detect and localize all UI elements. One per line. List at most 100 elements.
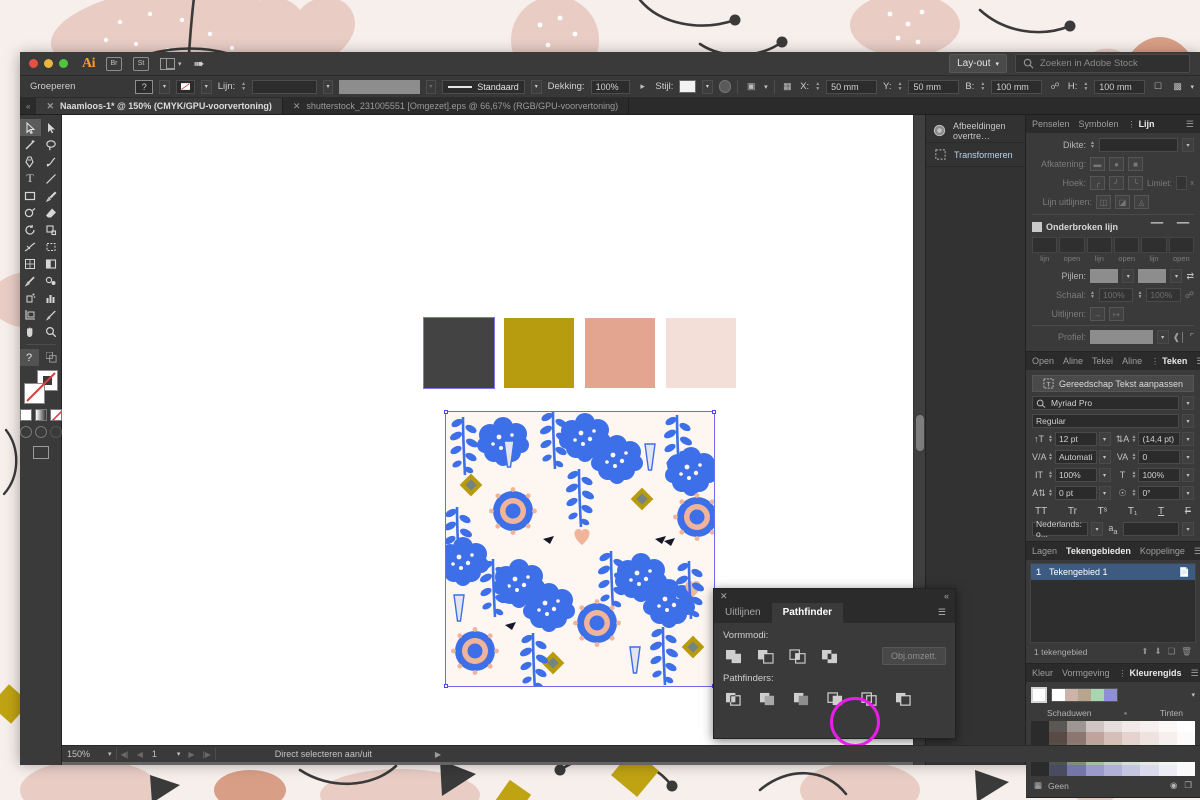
gradient-mode-icon[interactable] bbox=[34, 409, 47, 421]
dash-field-2[interactable] bbox=[1086, 237, 1112, 253]
tools-panel[interactable]: T ? bbox=[19, 115, 62, 765]
extend-arrow-tip-icon[interactable]: → bbox=[1090, 307, 1105, 321]
weight-dropdown-arrow[interactable]: ▾ bbox=[1182, 138, 1194, 152]
link-arrow-scale-icon[interactable]: ☍ bbox=[1185, 290, 1194, 301]
stroke-profile-field[interactable] bbox=[339, 79, 420, 94]
fill-color-field[interactable]: ? bbox=[135, 79, 154, 94]
page-dropdown-arrow[interactable]: ▾ bbox=[173, 746, 185, 762]
recolor-chevron-icon[interactable]: ▾ bbox=[764, 83, 768, 91]
width-field[interactable]: 100 mm bbox=[991, 79, 1043, 94]
underline-icon[interactable]: T bbox=[1158, 506, 1164, 517]
tab-pathfinder[interactable]: Pathfinder bbox=[771, 603, 844, 623]
tabbar-collapse-icon[interactable]: « bbox=[20, 98, 36, 114]
swatch-library-icon[interactable]: ▦ bbox=[1034, 780, 1042, 791]
font-size-field[interactable]: 12 pt bbox=[1054, 432, 1097, 446]
language-dropdown[interactable]: ▾ bbox=[1091, 522, 1103, 536]
rectangle-tool[interactable] bbox=[20, 187, 41, 204]
opacity-flyout-icon[interactable]: ▸ bbox=[636, 80, 650, 93]
base-color-swatch[interactable] bbox=[1031, 687, 1047, 703]
tab-symbolen[interactable]: Symbolen bbox=[1079, 119, 1119, 129]
first-page-icon[interactable]: ◀| bbox=[117, 750, 133, 759]
all-caps-icon[interactable]: TT bbox=[1035, 506, 1047, 517]
subscript-icon[interactable]: T₁ bbox=[1128, 506, 1137, 517]
tab-tekei[interactable]: Tekei bbox=[1092, 356, 1113, 366]
pathfinder-panel-tabs[interactable]: Uitlijnen Pathfinder ☰ bbox=[714, 603, 955, 623]
shape-builder-tool[interactable] bbox=[20, 255, 41, 272]
dash-field-0[interactable] bbox=[1032, 237, 1058, 253]
tab-penselen[interactable]: Penselen bbox=[1032, 119, 1070, 129]
rotation-field[interactable]: 0° bbox=[1138, 486, 1180, 500]
color-mode-buttons[interactable] bbox=[19, 409, 62, 421]
y-field[interactable]: 50 mm bbox=[908, 79, 960, 94]
color-mode-icon[interactable] bbox=[19, 409, 32, 421]
move-down-icon[interactable]: ⬇ bbox=[1154, 646, 1161, 657]
opacity-mask-icon[interactable] bbox=[718, 80, 732, 93]
panel-menu-icon[interactable]: ☰ bbox=[1186, 119, 1200, 130]
swap-arrows-icon[interactable]: ⇄ bbox=[1186, 271, 1194, 282]
profile-field[interactable] bbox=[1090, 330, 1153, 344]
direct-selection-tool[interactable] bbox=[41, 119, 62, 136]
width-stepper[interactable]: ▲ ▼ bbox=[980, 82, 985, 91]
align-inside-icon[interactable]: ◪ bbox=[1115, 195, 1130, 209]
dash-fields[interactable] bbox=[1032, 237, 1194, 253]
stroke-profile-dropdown-arrow[interactable]: ▾ bbox=[425, 79, 437, 94]
tab-open[interactable]: Open bbox=[1032, 356, 1054, 366]
tab-teken[interactable]: Teken bbox=[1162, 356, 1187, 366]
align-options-icon[interactable]: ▩ bbox=[1171, 80, 1185, 93]
column-graph-tool[interactable] bbox=[41, 289, 62, 306]
superscript-icon[interactable]: Tˢ bbox=[1098, 506, 1108, 517]
graphic-style-swatch[interactable] bbox=[679, 80, 696, 93]
perspective-grid-tool[interactable] bbox=[41, 255, 62, 272]
dock-item-image-trace[interactable]: Afbeeldingen overtre… bbox=[926, 119, 1025, 143]
close-window-button[interactable] bbox=[29, 59, 38, 68]
lasso-tool[interactable] bbox=[41, 136, 62, 153]
reference-point-icon[interactable]: ▦ bbox=[781, 80, 795, 93]
minus-back-icon[interactable] bbox=[893, 690, 914, 708]
flip-along-icon[interactable]: ⌜ bbox=[1190, 332, 1194, 343]
language-field[interactable]: Nederlands: o... bbox=[1032, 519, 1088, 539]
intersect-icon[interactable] bbox=[787, 647, 808, 665]
leading-stepper[interactable]: ▲ ▼ bbox=[1132, 434, 1137, 443]
dash-field-4[interactable] bbox=[1141, 237, 1167, 253]
rotation-dropdown[interactable]: ▾ bbox=[1182, 486, 1194, 500]
magic-wand-tool[interactable] bbox=[20, 136, 41, 153]
harmony-rule-strip[interactable] bbox=[1051, 688, 1118, 702]
delete-artboard-icon[interactable]: 🗑 bbox=[1181, 646, 1192, 657]
unite-icon[interactable] bbox=[723, 647, 744, 665]
bridge-icon[interactable]: Br bbox=[106, 56, 122, 71]
panel-menu-icon[interactable]: ☰ bbox=[1191, 668, 1200, 679]
panel-menu-icon[interactable]: ☰ bbox=[1194, 546, 1200, 557]
close-tab-icon[interactable]: ✕ bbox=[293, 101, 301, 112]
projecting-cap-icon[interactable]: ■ bbox=[1128, 157, 1143, 171]
bevel-join-icon[interactable]: ╰ bbox=[1128, 176, 1143, 190]
baseline-shift-field[interactable]: 0 pt bbox=[1054, 486, 1097, 500]
page-number-field[interactable]: 1 bbox=[147, 746, 173, 762]
opacity-field[interactable]: 100% bbox=[590, 79, 630, 94]
font-family-dropdown[interactable]: ▾ bbox=[1182, 396, 1194, 410]
tab-lijn[interactable]: Lijn bbox=[1139, 119, 1155, 129]
type-tool[interactable]: T bbox=[20, 170, 41, 187]
tab-vormgeving[interactable]: Vormgeving bbox=[1062, 668, 1110, 678]
tab-kleurengids[interactable]: Kleurengids bbox=[1130, 668, 1182, 678]
dash-field-3[interactable] bbox=[1114, 237, 1140, 253]
zoom-level-field[interactable]: 150% bbox=[62, 746, 104, 762]
salmon-swatch[interactable] bbox=[585, 318, 655, 388]
font-size-stepper[interactable]: ▲ ▼ bbox=[1048, 434, 1053, 443]
font-size-dropdown[interactable]: ▾ bbox=[1098, 432, 1111, 446]
transform-panel-icon[interactable]: ☐ bbox=[1151, 80, 1165, 93]
slice-tool[interactable] bbox=[41, 306, 62, 323]
character-style-buttons[interactable]: TT Tr Tˢ T₁ T F bbox=[1032, 504, 1194, 520]
anti-alias-dropdown[interactable]: ▾ bbox=[1182, 522, 1194, 536]
limit-field[interactable] bbox=[1176, 176, 1187, 190]
artboards-panel-tabs[interactable]: Lagen Tekengebieden Koppelinge ☰ bbox=[1026, 542, 1200, 560]
stroke-color-field[interactable] bbox=[175, 79, 195, 94]
boat-icon[interactable]: ➠ bbox=[194, 57, 205, 70]
stroke-weight-field[interactable] bbox=[252, 79, 317, 94]
round-join-icon[interactable]: ╯ bbox=[1109, 176, 1124, 190]
default-fill-stroke-icon[interactable] bbox=[41, 349, 62, 366]
harmony-swatch-2[interactable] bbox=[1078, 689, 1091, 701]
rotation-stepper[interactable]: ▲ ▼ bbox=[1132, 488, 1137, 497]
leading-dropdown[interactable]: ▾ bbox=[1182, 432, 1194, 446]
scale-tool[interactable] bbox=[41, 221, 62, 238]
workspace-switcher[interactable]: Lay-out ▾ bbox=[949, 54, 1007, 73]
